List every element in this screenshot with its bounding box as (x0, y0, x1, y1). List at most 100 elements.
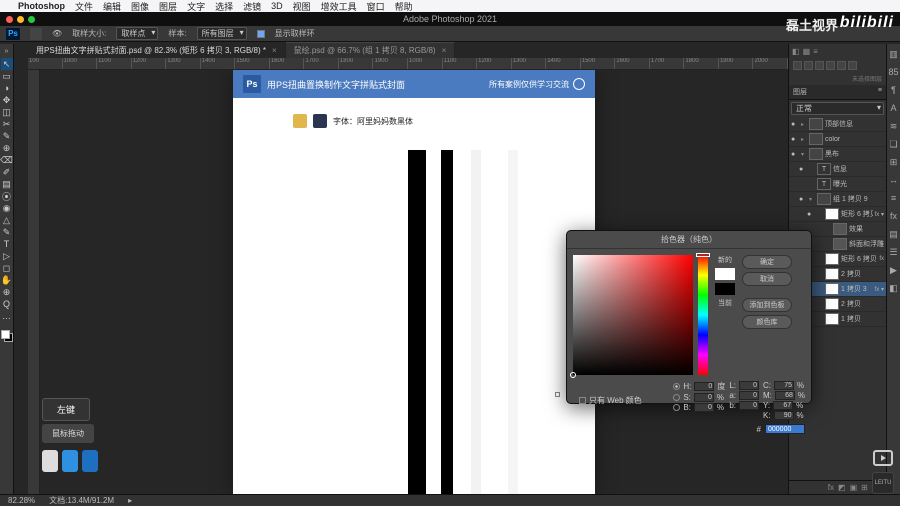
folder-icon[interactable]: ▣ (850, 483, 858, 492)
ps-logo-icon[interactable]: Ps (6, 28, 20, 40)
rtool-8[interactable]: ≡ (888, 192, 900, 204)
traffic-lights[interactable] (6, 16, 35, 23)
color-swatches[interactable] (0, 329, 14, 343)
s-input[interactable] (694, 393, 714, 402)
layer-row[interactable]: ●▸color (789, 132, 886, 147)
m-input[interactable] (775, 391, 795, 400)
tool-20[interactable]: Q (1, 298, 13, 310)
tab-document-2[interactable]: 鼠绘.psd @ 66.7% (组 1 拷贝 8, RGB/8)× (286, 42, 456, 58)
tool-19[interactable]: ⊕ (1, 286, 13, 298)
rtool-4[interactable]: ≋ (888, 120, 900, 132)
menu-select[interactable]: 选择 (215, 0, 233, 13)
menu-file[interactable]: 文件 (75, 0, 93, 13)
menu-layer[interactable]: 图层 (159, 0, 177, 13)
layer-row[interactable]: ●▸顶部信息 (789, 117, 886, 132)
layers-panel-header[interactable]: 图层≡ (789, 85, 886, 100)
menu-help[interactable]: 帮助 (395, 0, 413, 13)
toolbox-toggle-icon[interactable]: » (5, 48, 9, 55)
rtool-12[interactable]: ▶ (888, 264, 900, 276)
tool-3[interactable]: ✥ (1, 94, 13, 106)
rtool-13[interactable]: ◧ (888, 282, 900, 294)
menu-view[interactable]: 视图 (293, 0, 311, 13)
tool-14[interactable]: ✎ (1, 226, 13, 238)
foreground-swatch[interactable] (1, 330, 10, 339)
tool-6[interactable]: ✎ (1, 130, 13, 142)
tool-15[interactable]: T (1, 238, 13, 250)
close-icon[interactable]: × (272, 46, 277, 55)
rtool-5[interactable]: ❏ (888, 138, 900, 150)
tool-0[interactable]: ↖ (1, 58, 13, 70)
tool-2[interactable]: ◑ (1, 82, 13, 94)
zoom-level[interactable]: 82.28% (8, 496, 35, 505)
rtool-10[interactable]: ▤ (888, 228, 900, 240)
saturation-value-box[interactable] (573, 255, 693, 375)
ruler-vertical[interactable] (28, 70, 40, 494)
sample-size-select[interactable]: 取样点 (116, 27, 158, 40)
b2-input[interactable] (739, 401, 759, 410)
tool-13[interactable]: △ (1, 214, 13, 226)
tool-8[interactable]: ⌫ (1, 154, 13, 166)
hue-slider[interactable] (698, 255, 708, 375)
tool-7[interactable]: ⊕ (1, 142, 13, 154)
align-panel[interactable] (789, 59, 886, 72)
selection-handle-icon[interactable] (555, 392, 560, 397)
layer-row[interactable]: ●矩形 6 拷贝 7fx ▾ (789, 207, 886, 222)
app-menu[interactable]: Photoshop (18, 1, 65, 11)
ruler-horizontal[interactable]: 1001000110012001300140015001600170018001… (28, 58, 788, 70)
rtool-7[interactable]: ↔ (888, 174, 900, 186)
layer-row[interactable]: T曝光 (789, 177, 886, 192)
menu-edit[interactable]: 编辑 (103, 0, 121, 13)
h-radio[interactable] (673, 383, 680, 390)
web-only-checkbox[interactable] (579, 397, 586, 404)
tool-21[interactable]: … (1, 310, 13, 322)
hue-cursor-icon[interactable] (696, 253, 710, 257)
menu-window[interactable]: 窗口 (367, 0, 385, 13)
rtool-6[interactable]: ⊞ (888, 156, 900, 168)
close-icon[interactable]: × (442, 46, 447, 55)
menu-3d[interactable]: 3D (271, 1, 283, 11)
tool-18[interactable]: ✋ (1, 274, 13, 286)
eye-icon[interactable]: ● (799, 196, 807, 203)
tool-12[interactable]: ◉ (1, 202, 13, 214)
layer-row[interactable]: ●T信息 (789, 162, 886, 177)
eye-icon[interactable]: ● (791, 151, 799, 158)
tool-5[interactable]: ✂ (1, 118, 13, 130)
c-input[interactable] (774, 381, 794, 390)
rtool-0[interactable]: ▥ (888, 48, 900, 60)
tool-4[interactable]: ◫ (1, 106, 13, 118)
k-input[interactable] (774, 411, 794, 420)
show-ring-checkbox[interactable] (257, 30, 265, 38)
cancel-button[interactable]: 取消 (742, 272, 792, 286)
color-libs-button[interactable]: 颜色库 (742, 315, 792, 329)
rtool-1[interactable]: 85 (888, 66, 900, 78)
add-swatch-button[interactable]: 添加到色板 (742, 298, 792, 312)
layer-row[interactable]: ●▾组 1 拷贝 9 (789, 192, 886, 207)
h-input[interactable] (694, 382, 714, 391)
color-picker-dialog[interactable]: 拾色器（纯色） 新的 当前 确定 取消 添加到色板 颜色库 只有 Web 颜色 … (566, 230, 812, 404)
blend-mode-select[interactable]: 正常 (791, 102, 884, 115)
tool-9[interactable]: ✐ (1, 166, 13, 178)
b-radio[interactable] (673, 404, 680, 411)
sample-select[interactable]: 所有图层 (197, 27, 247, 40)
menu-image[interactable]: 图像 (131, 0, 149, 13)
menu-type[interactable]: 文字 (187, 0, 205, 13)
menu-filter[interactable]: 滤镜 (243, 0, 261, 13)
s-radio[interactable] (673, 394, 680, 401)
new-layer-icon[interactable]: ⊞ (861, 483, 868, 492)
l-input[interactable] (739, 381, 759, 390)
tool-16[interactable]: ▷ (1, 250, 13, 262)
ok-button[interactable]: 确定 (742, 255, 792, 269)
chevron-right-icon[interactable]: ▸ (128, 496, 132, 505)
a-input[interactable] (739, 391, 759, 400)
b-input[interactable] (694, 403, 714, 412)
sv-cursor-icon[interactable] (570, 372, 576, 378)
layer-row[interactable]: ●▾黑布 (789, 147, 886, 162)
tool-1[interactable]: ▭ (1, 70, 13, 82)
rtool-9[interactable]: fx (888, 210, 900, 222)
panel-menu-icon[interactable]: ≡ (878, 87, 882, 97)
tool-17[interactable]: ◻ (1, 262, 13, 274)
hex-input[interactable] (765, 424, 805, 434)
eye-icon[interactable]: ● (799, 166, 807, 173)
eye-icon[interactable]: ● (791, 121, 799, 128)
tab-document-1[interactable]: 用PS扭曲文字拼贴式封面.psd @ 82.3% (矩形 6 拷贝 3, RGB… (28, 42, 286, 58)
